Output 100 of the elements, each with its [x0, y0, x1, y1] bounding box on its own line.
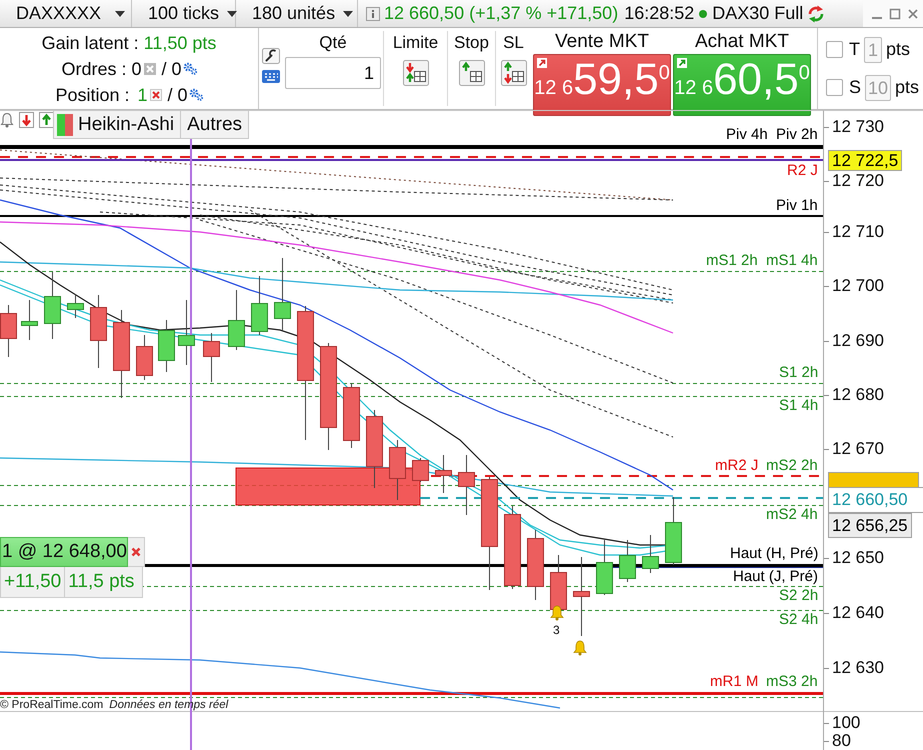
price-tag: 12 656,25 [828, 513, 912, 538]
caret-down-icon [343, 10, 354, 16]
candle [343, 382, 360, 448]
axis-label: 12 690 [832, 331, 884, 351]
level-label: Haut (H, Pré) [730, 546, 818, 562]
axis-label: 12 670 [832, 439, 884, 459]
axis-label: 12 730 [832, 117, 884, 137]
wrench-icon[interactable] [262, 48, 280, 64]
bell-icon[interactable] [0, 112, 14, 128]
pnl-points: 11,5 pts [64, 567, 138, 597]
arrows-grid-icon [500, 60, 526, 86]
axis-label: 100 [832, 713, 860, 733]
level-label: S1 4h [779, 398, 818, 414]
menu-button[interactable]: Autres [181, 110, 250, 139]
position-tag[interactable]: 1 @ 12 648,00 [0, 537, 128, 567]
candle [178, 300, 195, 366]
axis-label: 12 700 [832, 276, 884, 296]
axis-label: 12 680 [832, 385, 884, 405]
candle [158, 320, 175, 372]
orders-count: 0 [131, 58, 142, 80]
order-type-label: SL [503, 32, 524, 54]
bracket-letter: T [849, 39, 860, 60]
keyboard-icon[interactable] [262, 70, 280, 83]
orders-label: Ordres : [61, 58, 126, 80]
refresh-icon[interactable] [806, 4, 826, 24]
corner-arrow-icon [537, 58, 547, 68]
last-price-tag: 12 660,50 [828, 487, 923, 513]
info-icon[interactable] [366, 6, 380, 20]
caret-down-icon [115, 10, 125, 16]
chart-style-button[interactable]: Heikin-Ashi [53, 110, 182, 139]
axis-label: 12 630 [832, 658, 884, 678]
price-tag: 12 722,5 [828, 150, 902, 171]
market-label: Achat MKT [694, 30, 790, 54]
candle [44, 272, 61, 340]
candle [251, 276, 268, 336]
level-label: R2 J [787, 163, 818, 179]
corner-arrow-icon [677, 58, 687, 68]
axis-label: 12 650 [832, 548, 884, 568]
gear-icon[interactable] [188, 88, 203, 101]
candle [67, 294, 84, 318]
candle [458, 454, 475, 516]
level-label: Piv 1h [776, 198, 818, 214]
order-type-button[interactable] [458, 60, 484, 86]
axis-label: 80 [832, 731, 851, 750]
feed-name: DAX30 Full [712, 3, 804, 24]
gain-value: 11,50 pts [144, 32, 216, 55]
up-arrow-grid-icon [458, 60, 484, 86]
bell-icon [574, 640, 586, 656]
position-count: 1 [138, 84, 148, 106]
level-label: S2 2h [779, 588, 818, 604]
candle [136, 334, 153, 380]
quantity-field[interactable]: 1 [285, 57, 381, 89]
order-type-label: Limite [392, 32, 438, 54]
orders-pending: / 0 [162, 58, 182, 80]
level-label: mR1 M [710, 674, 758, 690]
candle [389, 440, 406, 500]
unit-label: pts [886, 39, 910, 60]
pnl-value: +11,50 [3, 570, 62, 594]
candle [665, 496, 682, 566]
level-label: mS3 2h [766, 674, 818, 690]
axis-label: 12 720 [832, 171, 884, 191]
candle [21, 300, 38, 340]
order-type-label: Stop [454, 32, 489, 54]
level-label: S2 4h [779, 612, 818, 628]
candle [0, 304, 17, 358]
bracket-letter: S [849, 77, 862, 98]
clock-time: 16:28:52 [624, 3, 694, 24]
position-label: Position : [55, 84, 130, 106]
candle [527, 530, 544, 600]
level-label: Piv 4h [726, 127, 768, 143]
market-label: Vente MKT [554, 30, 650, 54]
level-label: mS2 2h [766, 458, 818, 474]
maximize-icon[interactable] [889, 8, 901, 20]
up-arrow-icon[interactable] [39, 112, 54, 128]
interval-dropdown[interactable]: 100 ticks [132, 0, 236, 27]
units-dropdown[interactable]: 180 unités [236, 0, 358, 27]
copyright-text: © ProRealTime.com [0, 699, 104, 711]
order-type-button[interactable] [500, 60, 526, 86]
candle [642, 534, 659, 574]
close-icon [131, 547, 141, 557]
candle [203, 332, 220, 382]
level-label: Haut (J, Pré) [733, 569, 818, 585]
candle [596, 540, 613, 596]
quantity-label: Qté [319, 32, 347, 54]
level-label: mR2 J [715, 458, 758, 474]
gear-icon[interactable] [182, 62, 197, 75]
candle [619, 540, 636, 582]
candle [412, 458, 429, 482]
order-type-button[interactable] [402, 60, 428, 86]
down-arrow-icon[interactable] [19, 112, 34, 128]
unit-label: pts [895, 77, 920, 98]
level-label: mS2 4h [766, 507, 818, 523]
close-icon[interactable] [150, 88, 162, 100]
level-label: mS1 2h [706, 253, 758, 269]
instrument-dropdown[interactable]: DAXXXXX [0, 0, 132, 27]
close-position-button[interactable] [128, 537, 145, 567]
close-icon[interactable] [907, 8, 919, 20]
color-swatch-icon [57, 114, 73, 136]
status-dot-icon [699, 10, 708, 18]
level-label: S1 2h [779, 365, 818, 381]
